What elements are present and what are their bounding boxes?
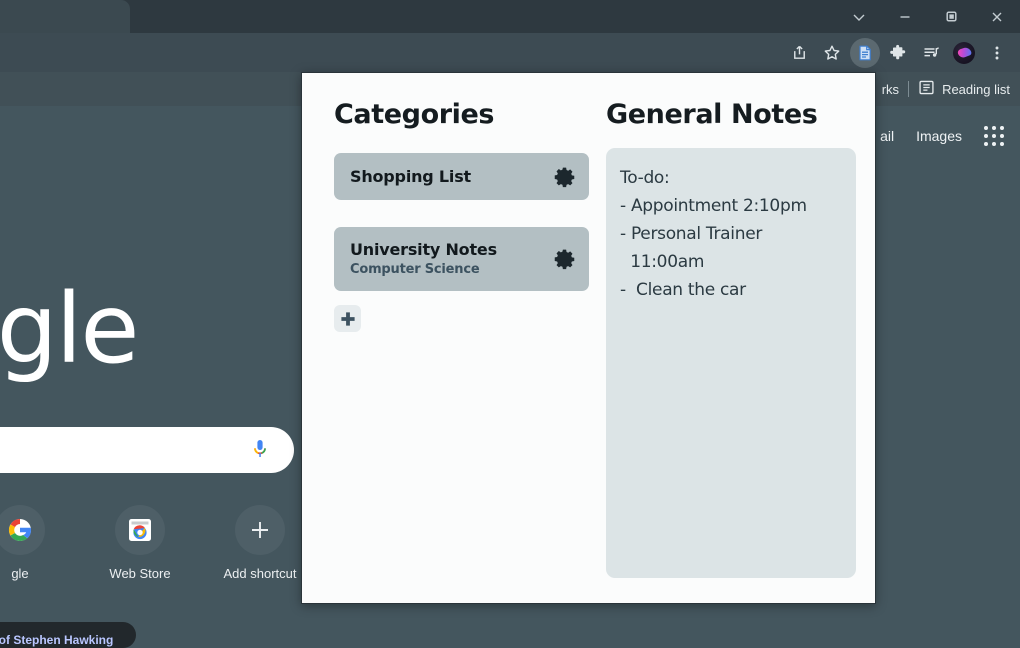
gear-icon[interactable] bbox=[554, 166, 575, 187]
category-subtitle: Computer Science bbox=[350, 262, 573, 277]
maximize-icon[interactable] bbox=[928, 0, 974, 33]
window-controls bbox=[836, 0, 1020, 33]
category-name: University Notes bbox=[350, 240, 573, 259]
reading-list-icon bbox=[918, 79, 935, 99]
shortcut-label: Add shortcut bbox=[224, 566, 297, 581]
category-card-shopping-list[interactable]: Shopping List bbox=[334, 153, 589, 200]
bookmark-star-icon[interactable] bbox=[817, 38, 847, 68]
browser-tab[interactable] bbox=[0, 0, 130, 33]
reading-list-label: Reading list bbox=[942, 82, 1010, 97]
google-apps-icon[interactable] bbox=[984, 126, 1004, 146]
notes-column: General Notes To-do: - Appointment 2:10p… bbox=[606, 73, 875, 603]
notes-extension-icon[interactable] bbox=[850, 38, 880, 68]
search-input[interactable] bbox=[0, 427, 294, 473]
shortcut-web-store[interactable]: Web Store bbox=[84, 505, 196, 581]
plus-icon bbox=[235, 505, 285, 555]
close-icon[interactable] bbox=[974, 0, 1020, 33]
shortcut-list: gle Web Store Add shortcut bbox=[0, 505, 316, 581]
notes-content: To-do: - Appointment 2:10pm - Personal T… bbox=[620, 164, 840, 304]
bookmarks-separator bbox=[908, 81, 909, 97]
toolbar-icon-group bbox=[784, 33, 1012, 72]
gmail-link[interactable]: ail bbox=[880, 128, 894, 144]
minimize-icon[interactable] bbox=[882, 0, 928, 33]
card-gap bbox=[334, 214, 606, 227]
categories-title: Categories bbox=[334, 99, 606, 130]
add-category-button[interactable] bbox=[334, 305, 361, 332]
shortcut-label: Web Store bbox=[109, 566, 170, 581]
profile-avatar[interactable] bbox=[949, 38, 979, 68]
chrome-webstore-icon bbox=[115, 505, 165, 555]
categories-column: Categories Shopping List University Note… bbox=[302, 73, 606, 603]
category-name: Shopping List bbox=[350, 167, 573, 186]
microphone-icon[interactable] bbox=[252, 438, 268, 462]
notes-extension-popup: Categories Shopping List University Note… bbox=[301, 72, 876, 604]
shortcut-google[interactable]: gle bbox=[0, 505, 76, 581]
newtab-nav-links: ail Images bbox=[880, 126, 1004, 146]
avatar bbox=[953, 42, 975, 64]
extensions-puzzle-icon[interactable] bbox=[883, 38, 913, 68]
chevron-down-icon[interactable] bbox=[836, 0, 882, 33]
gear-icon[interactable] bbox=[554, 249, 575, 270]
shortcut-label: gle bbox=[11, 566, 28, 581]
share-icon[interactable] bbox=[784, 38, 814, 68]
media-playlist-icon[interactable] bbox=[916, 38, 946, 68]
tab-strip bbox=[0, 0, 1020, 33]
images-link[interactable]: Images bbox=[916, 128, 962, 144]
google-icon bbox=[0, 505, 45, 555]
notes-title: General Notes bbox=[606, 99, 875, 130]
category-card-university-notes[interactable]: University Notes Computer Science bbox=[334, 227, 589, 291]
chrome-menu-icon[interactable] bbox=[982, 38, 1012, 68]
reading-list-button[interactable]: Reading list bbox=[918, 79, 1010, 99]
doodle-caption-pill[interactable]: of Stephen Hawking bbox=[0, 622, 136, 648]
bookmarks-bar-right: rks Reading list bbox=[882, 72, 1010, 106]
google-logo: ogle bbox=[0, 282, 170, 377]
general-notes-textarea[interactable]: To-do: - Appointment 2:10pm - Personal T… bbox=[606, 148, 856, 578]
plus-icon bbox=[339, 310, 357, 328]
add-shortcut-button[interactable]: Add shortcut bbox=[204, 505, 316, 581]
bookmark-item-truncated[interactable]: rks bbox=[882, 82, 899, 97]
